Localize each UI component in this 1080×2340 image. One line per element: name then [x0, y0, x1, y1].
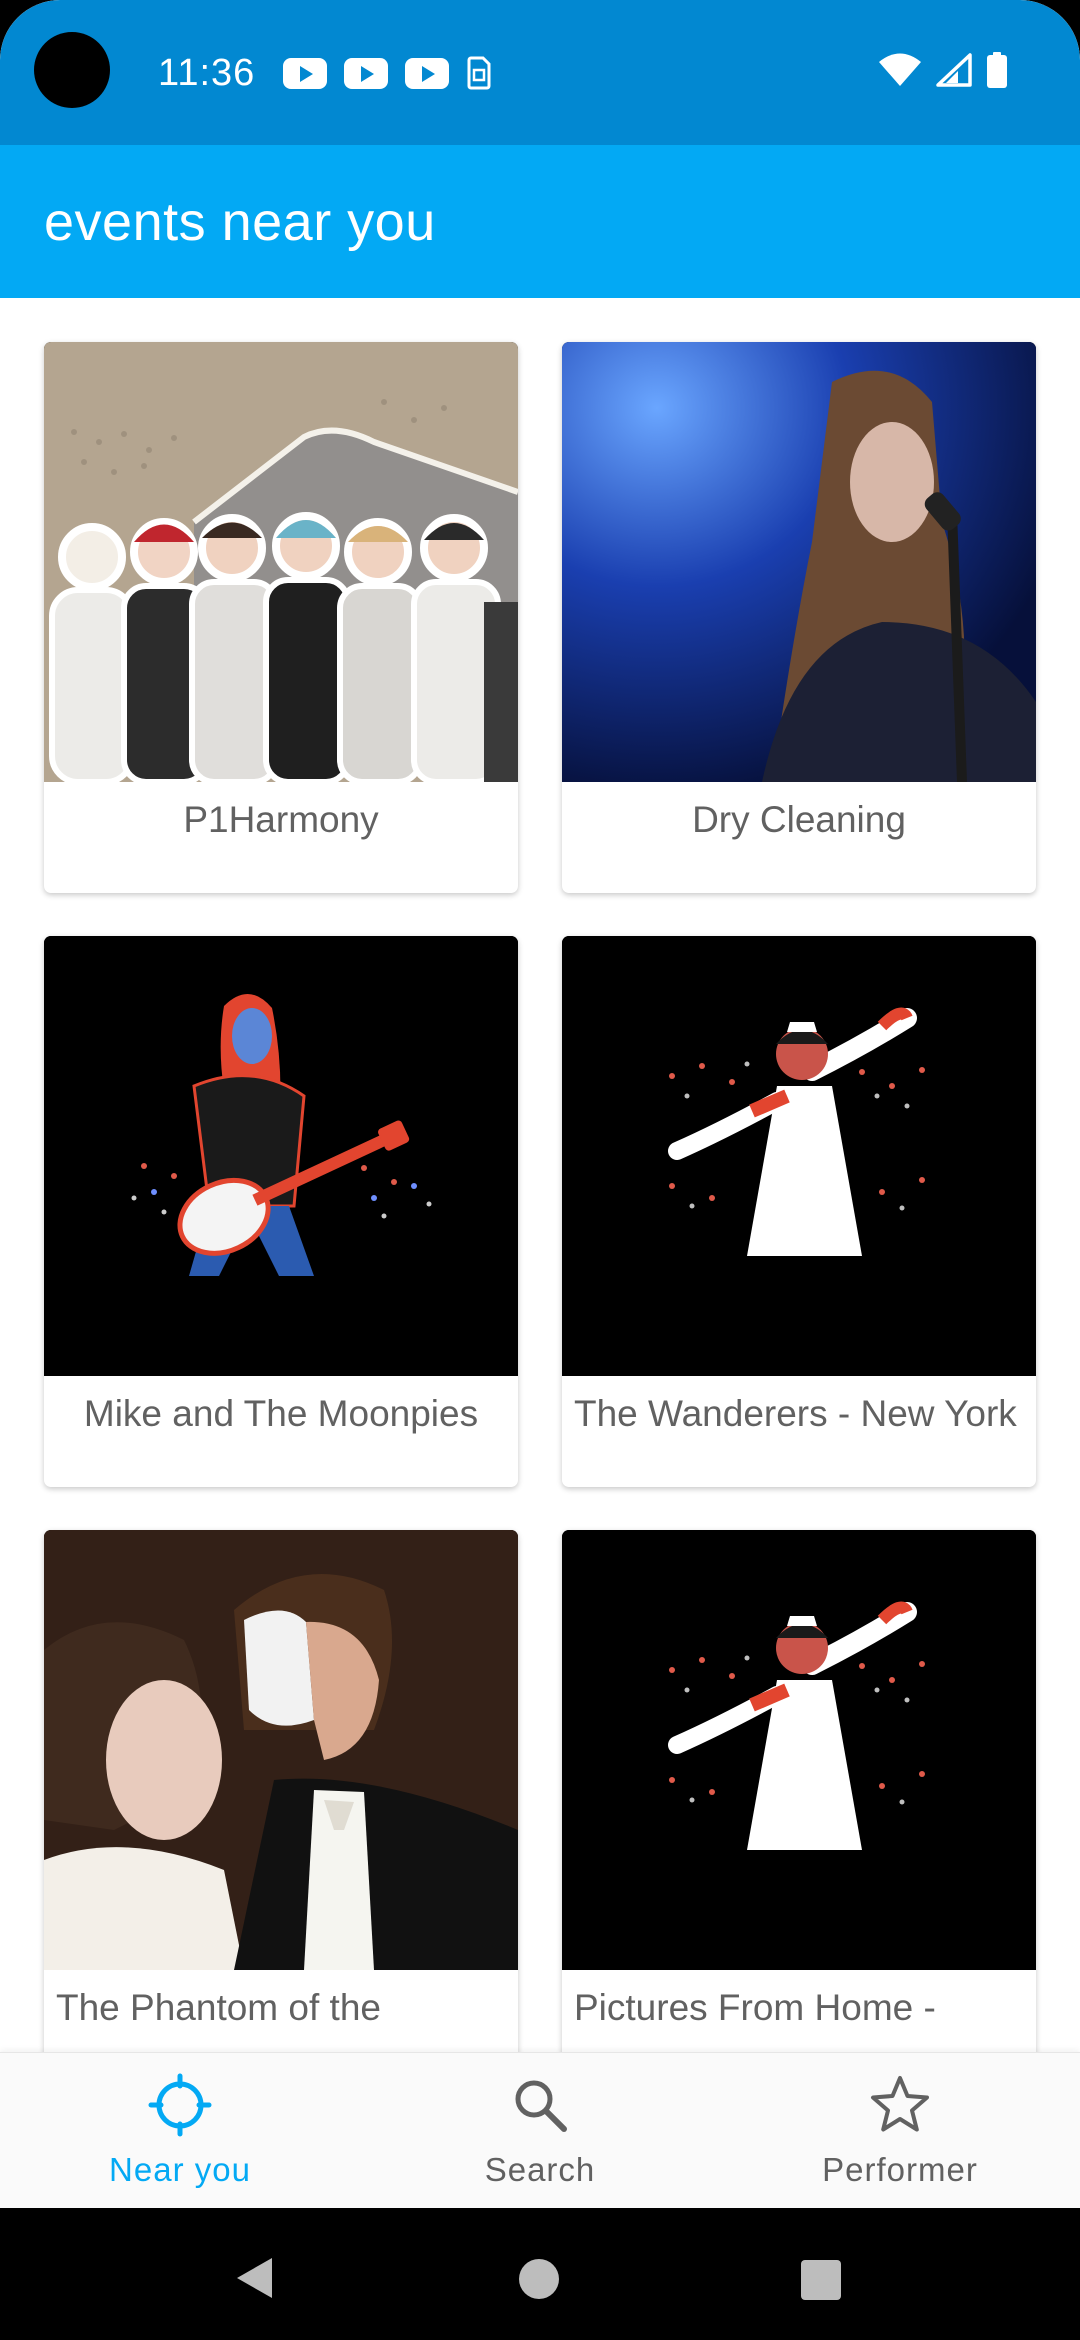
app-screen: 11:36 events near you P1Harmony Dry Clea… — [0, 0, 1080, 2208]
status-bar: 11:36 — [0, 0, 1080, 145]
event-card[interactable]: The Phantom of the — [44, 1530, 518, 2052]
app-bar: events near you — [0, 145, 1080, 298]
home-icon[interactable] — [518, 2258, 560, 2300]
wifi-icon — [879, 53, 921, 86]
camera-cutout — [34, 32, 110, 108]
nav-item-performer[interactable]: Performer — [750, 2053, 1050, 2208]
youtube-icon — [344, 57, 388, 89]
event-title: Dry Cleaning — [692, 799, 906, 840]
event-image — [44, 1530, 518, 1970]
event-card[interactable]: P1Harmony — [44, 342, 518, 893]
nav-label-performer: Performer — [822, 2151, 978, 2188]
event-image — [44, 342, 518, 782]
back-icon[interactable] — [234, 2256, 274, 2300]
notification-icons — [283, 56, 492, 90]
crosshair-icon — [148, 2073, 212, 2137]
sim-card-icon — [467, 56, 491, 90]
event-card[interactable]: Pictures From Home - — [562, 1530, 1036, 2052]
recents-icon[interactable] — [800, 2259, 842, 2301]
nav-label-near-you: Near you — [109, 2151, 251, 2188]
nav-item-search[interactable]: Search — [390, 2053, 690, 2208]
event-image — [44, 936, 518, 1376]
event-grid[interactable]: P1Harmony Dry Cleaning Mike and The Moon… — [0, 298, 1080, 2052]
status-clock: 11:36 — [158, 52, 256, 94]
nav-label-search: Search — [484, 2151, 596, 2188]
event-card[interactable]: The Wanderers - New York — [562, 936, 1036, 1487]
event-title: Mike and The Moonpies — [83, 1393, 479, 1434]
system-icons — [878, 52, 1008, 88]
event-title: The Wanderers - New York — [574, 1393, 1017, 1434]
event-title: Pictures From Home - — [574, 1987, 936, 2028]
nav-item-near-you[interactable]: Near you — [30, 2053, 330, 2208]
event-image — [562, 1530, 1036, 1970]
event-card[interactable]: Mike and The Moonpies — [44, 936, 518, 1487]
search-icon — [515, 2080, 567, 2132]
bottom-navigation: Near you Search Performer — [0, 2052, 1080, 2208]
star-icon — [871, 2076, 929, 2132]
event-card[interactable]: Dry Cleaning — [562, 342, 1036, 893]
event-title: P1Harmony — [183, 799, 379, 840]
event-image — [562, 342, 1036, 782]
youtube-icon — [283, 57, 327, 89]
system-navigation-bar — [0, 2208, 1080, 2340]
signal-icon — [936, 53, 972, 87]
event-image — [562, 936, 1036, 1376]
youtube-icon — [405, 57, 449, 89]
event-title: The Phantom of the — [56, 1987, 381, 2028]
battery-icon — [987, 52, 1007, 88]
page-title: events near you — [44, 192, 436, 252]
